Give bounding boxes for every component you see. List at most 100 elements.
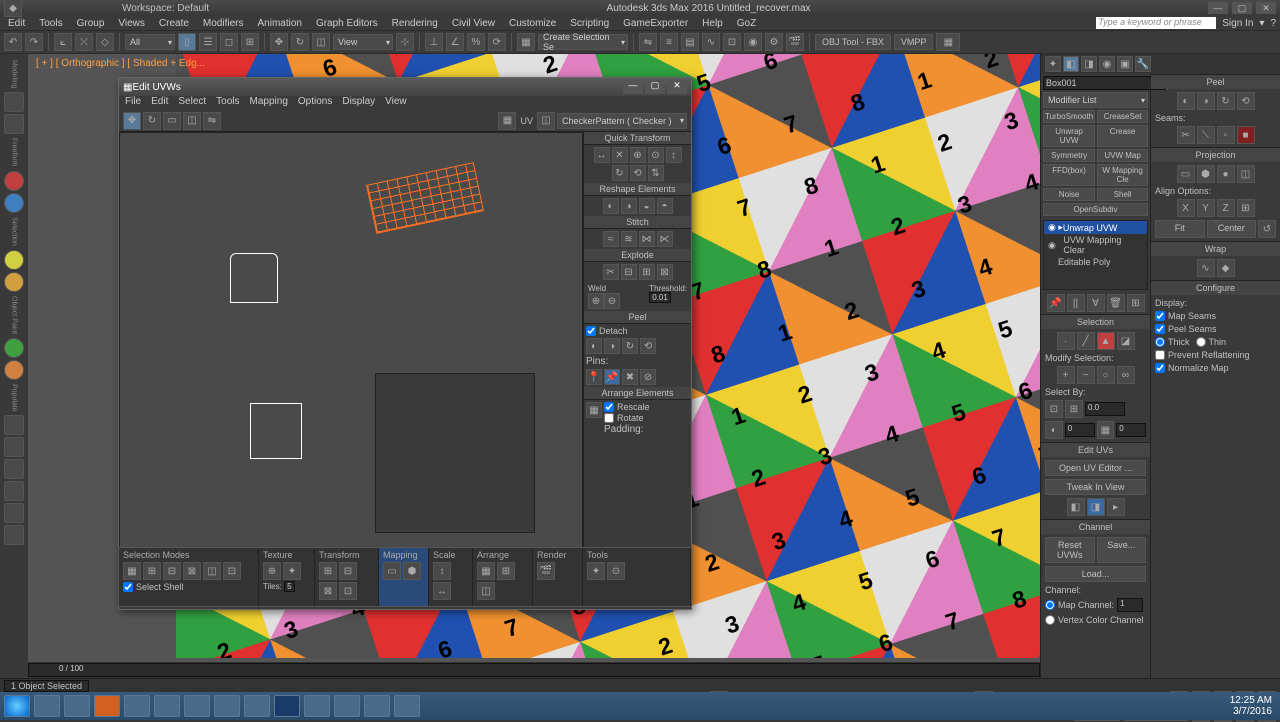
percent-snap-button[interactable]: %	[467, 33, 485, 51]
left-tab-freeform[interactable]: Freeform	[11, 138, 18, 166]
left-tool-g5[interactable]	[4, 503, 24, 523]
rd-b1[interactable]: 🎬	[537, 562, 555, 580]
modifier-stack[interactable]: ◉ ▸ Unwrap UVW ◉ UVW Mapping Clear Edita…	[1043, 220, 1148, 290]
ribbon-toggle-button[interactable]: ▦	[936, 33, 960, 51]
tr-b3[interactable]: ⊠	[319, 582, 337, 600]
edituv-btn2[interactable]: ◨	[1087, 498, 1105, 516]
uv-cluster-1[interactable]	[230, 253, 278, 303]
stack-show-button[interactable]: ||	[1067, 294, 1085, 312]
mod-btn-wmapping[interactable]: W Mapping Cle	[1097, 164, 1148, 186]
selby-btn3[interactable]: ◐	[1045, 421, 1063, 439]
peel-b2[interactable]: ◑	[604, 338, 620, 354]
rollout-channel-header[interactable]: Channel	[1041, 520, 1150, 534]
map-seams-check[interactable]	[1155, 311, 1165, 321]
st-btn2[interactable]: ≋	[621, 231, 637, 247]
select-region-button[interactable]: ◻	[220, 33, 238, 51]
start-button[interactable]	[4, 695, 30, 717]
named-sel-button[interactable]: ▦	[517, 33, 535, 51]
wrap-btn1[interactable]: ∿	[1197, 259, 1215, 277]
spinner-snap-button[interactable]: ⟳	[488, 33, 506, 51]
re-btn4[interactable]: ◓	[657, 198, 673, 214]
system-clock[interactable]: 12:25 AM 3/7/2016	[1230, 695, 1276, 717]
select-object-button[interactable]: ▯	[178, 33, 196, 51]
stack-uvwmapping[interactable]: ◉ UVW Mapping Clear	[1044, 234, 1147, 256]
unlink-button[interactable]: ⤫	[75, 33, 93, 51]
align-misc-button[interactable]: ⊞	[1237, 199, 1255, 217]
mod-btn-unwrapuvw[interactable]: Unwrap UVW	[1043, 125, 1095, 147]
sec-reshape-header[interactable]: Reshape Elements	[584, 183, 691, 196]
ar-b1[interactable]: ▦	[586, 402, 602, 418]
timeline-track[interactable]: 0 / 100	[28, 663, 1040, 677]
snap-toggle[interactable]: ⊥	[425, 33, 443, 51]
center-button[interactable]: Center	[1207, 220, 1257, 238]
rollout-selection-header[interactable]: Selection	[1041, 315, 1150, 329]
selby-btn2[interactable]: ⊞	[1065, 400, 1083, 418]
workspace-label[interactable]: Workspace: Default	[122, 3, 209, 14]
mod-btn-shell[interactable]: Shell	[1097, 188, 1148, 201]
selection-filter-dropdown[interactable]: All	[125, 34, 175, 50]
sec-explode-header[interactable]: Explode	[584, 249, 691, 262]
rotate-button[interactable]: ↻	[291, 33, 309, 51]
uvw-map-dropdown[interactable]: CheckerPattern ( Checker )	[557, 113, 687, 129]
menu-grapheditors[interactable]: Graph Editors	[312, 18, 382, 29]
task-app7[interactable]	[304, 695, 330, 717]
proj-planar-button[interactable]: ▭	[1177, 165, 1195, 183]
detach-check[interactable]	[586, 326, 596, 336]
signin-area[interactable]: Sign In ▾	[1222, 18, 1264, 29]
left-tool-red[interactable]	[4, 171, 24, 191]
sm-b6[interactable]: ⊡	[223, 562, 241, 580]
menu-group[interactable]: Group	[73, 18, 109, 29]
ex-btn1[interactable]: ✂	[603, 264, 619, 280]
re-btn2[interactable]: ◑	[621, 198, 637, 214]
thin-radio[interactable]	[1196, 337, 1206, 347]
left-tool-2[interactable]	[4, 114, 24, 134]
proj-cyl-button[interactable]: ⬢	[1197, 165, 1215, 183]
uvw-close-button[interactable]: ✕	[667, 80, 687, 94]
menu-views[interactable]: Views	[114, 18, 149, 29]
tl-b2[interactable]: ⊙	[607, 562, 625, 580]
menu-edit[interactable]: Edit	[4, 18, 29, 29]
qt-btn1[interactable]: ↔	[594, 147, 610, 163]
sel-ring-button[interactable]: ○	[1097, 366, 1115, 384]
minimize-button[interactable]: —	[1208, 2, 1228, 14]
peel-btn3[interactable]: ↻	[1217, 92, 1235, 110]
normalize-check[interactable]	[1155, 363, 1165, 373]
seam-btn2[interactable]: ⟍	[1197, 126, 1215, 144]
uvw-mirror-button[interactable]: ⇋	[203, 112, 221, 130]
uvw-uv-button[interactable]: ◫	[537, 112, 555, 130]
tx-b2[interactable]: ✦	[283, 562, 301, 580]
proj-sphere-button[interactable]: ●	[1217, 165, 1235, 183]
map-channel-spinner[interactable]: 1	[1117, 598, 1143, 612]
sel-vertex-button[interactable]: ·	[1057, 332, 1075, 350]
left-tool-green[interactable]	[4, 338, 24, 358]
seam-btn1[interactable]: ✂	[1177, 126, 1195, 144]
move-button[interactable]: ✥	[270, 33, 288, 51]
sel-grow-button[interactable]: +	[1057, 366, 1075, 384]
qt-btn7[interactable]: ⟲	[630, 165, 646, 181]
create-tab-icon[interactable]: ✦	[1045, 56, 1061, 72]
display-tab-icon[interactable]: ▣	[1117, 56, 1133, 72]
reset-uvws-button[interactable]: Reset UVWs	[1045, 537, 1095, 563]
rollout-configure-header[interactable]: Configure	[1151, 281, 1280, 295]
sel-element-button[interactable]: ◪	[1117, 332, 1135, 350]
mod-btn-crease[interactable]: Crease	[1097, 125, 1148, 147]
align-button[interactable]: ≡	[660, 33, 678, 51]
st-btn1[interactable]: ≈	[603, 231, 619, 247]
uvw-menu-select[interactable]: Select	[176, 96, 208, 110]
help-icon[interactable]: ?	[1270, 18, 1276, 29]
rotate-check[interactable]	[604, 413, 614, 423]
uvw-showmap-button[interactable]: ▦	[498, 112, 516, 130]
peel-b3[interactable]: ↻	[622, 338, 638, 354]
align-y-button[interactable]: Y	[1197, 199, 1215, 217]
timeline[interactable]: 0 / 100	[28, 662, 1040, 678]
uvw-menu-mapping[interactable]: Mapping	[248, 96, 290, 110]
curve-editor-button[interactable]: ∿	[702, 33, 720, 51]
ar-s3[interactable]: ◫	[477, 582, 495, 600]
left-tab-modeling[interactable]: Modeling	[11, 60, 18, 88]
uvw-menu-options[interactable]: Options	[296, 96, 334, 110]
align-z-button[interactable]: Z	[1217, 199, 1235, 217]
uvw-rotate-button[interactable]: ↻	[143, 112, 161, 130]
mod-btn-symmetry[interactable]: Symmetry	[1043, 149, 1095, 162]
task-app5[interactable]	[214, 695, 240, 717]
menu-gameexporter[interactable]: GameExporter	[619, 18, 692, 29]
